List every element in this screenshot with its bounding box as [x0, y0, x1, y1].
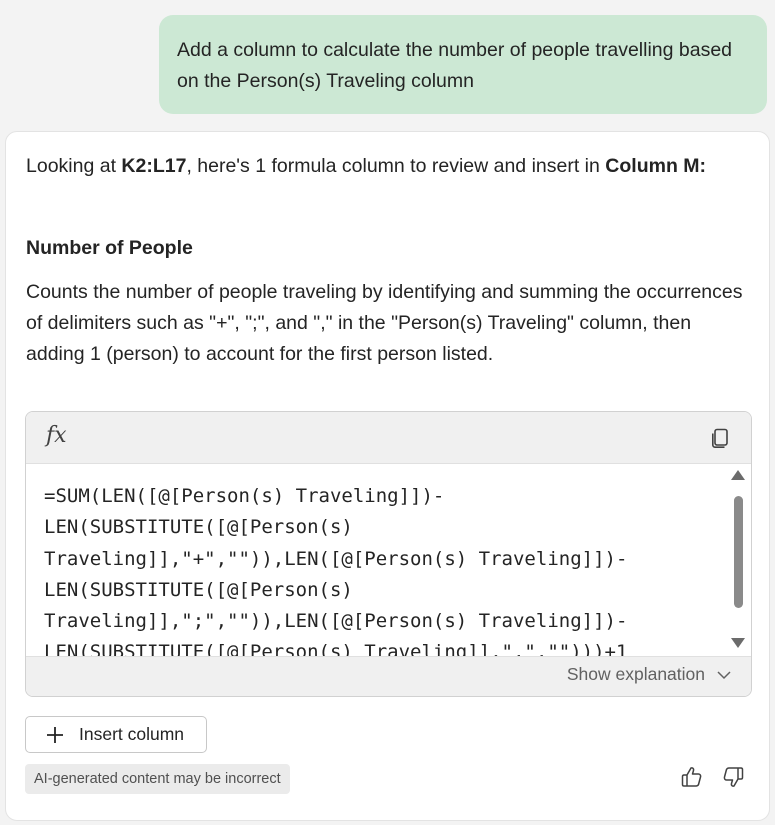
chevron-down-icon: [717, 670, 731, 679]
scroll-up-arrow-icon[interactable]: [731, 470, 745, 480]
formula-box-footer: Show explanation: [26, 656, 751, 696]
show-explanation-button[interactable]: Show explanation: [567, 664, 731, 685]
intro-target: Column M:: [605, 155, 707, 177]
assistant-response-card: Looking at K2:L17, here's 1 formula colu…: [5, 131, 770, 821]
user-message-bubble: Add a column to calculate the number of …: [159, 15, 767, 114]
intro-prefix: Looking at: [26, 155, 122, 177]
scrollbar-thumb[interactable]: [734, 496, 743, 608]
formula-scrollbar[interactable]: [731, 470, 745, 650]
thumbs-down-icon[interactable]: [721, 765, 745, 789]
formula-line: LEN(SUBSTITUTE([@[Person(s) Traveling]],…: [44, 641, 628, 656]
formula-code[interactable]: =SUM(LEN([@[Person(s) Traveling]])- LEN(S…: [44, 481, 724, 656]
formula-line: =SUM(LEN([@[Person(s) Traveling]])-: [44, 485, 445, 507]
insert-column-label: Insert column: [79, 724, 185, 744]
insert-column-button[interactable]: Insert column: [25, 716, 207, 753]
intro-range: K2:L17: [121, 155, 187, 177]
formula-line: Traveling]],";","")),LEN([@[Person(s) Tr…: [44, 610, 628, 633]
plus-icon: [47, 726, 63, 743]
show-explanation-label: Show explanation: [566, 664, 705, 684]
thumbs-up-icon[interactable]: [680, 765, 704, 789]
intro-middle: , here's 1 formula column to review and …: [186, 155, 606, 177]
formula-description: Counts the number of people traveling by…: [26, 281, 743, 365]
formula-box-header: fx: [26, 412, 751, 464]
response-intro: Looking at K2:L17, here's 1 formula colu…: [26, 151, 756, 182]
scroll-down-arrow-icon[interactable]: [731, 638, 745, 648]
formula-line: LEN(SUBSTITUTE([@[Person(s): [44, 516, 353, 539]
formula-line: LEN(SUBSTITUTE([@[Person(s): [44, 578, 353, 601]
formula-line: Traveling]],"+","")),LEN([@[Person(s) Tr…: [44, 547, 628, 570]
fx-icon: fx: [46, 423, 67, 448]
user-message-text: Add a column to calculate the number of …: [177, 39, 733, 92]
formula-column-title: Number of People: [26, 237, 193, 259]
ai-disclaimer-badge: AI-generated content may be incorrect: [25, 764, 290, 794]
formula-box: fx =SUM(LEN([@[Person(s) Traveling]])- LE…: [25, 411, 752, 697]
copy-icon[interactable]: [709, 426, 733, 450]
